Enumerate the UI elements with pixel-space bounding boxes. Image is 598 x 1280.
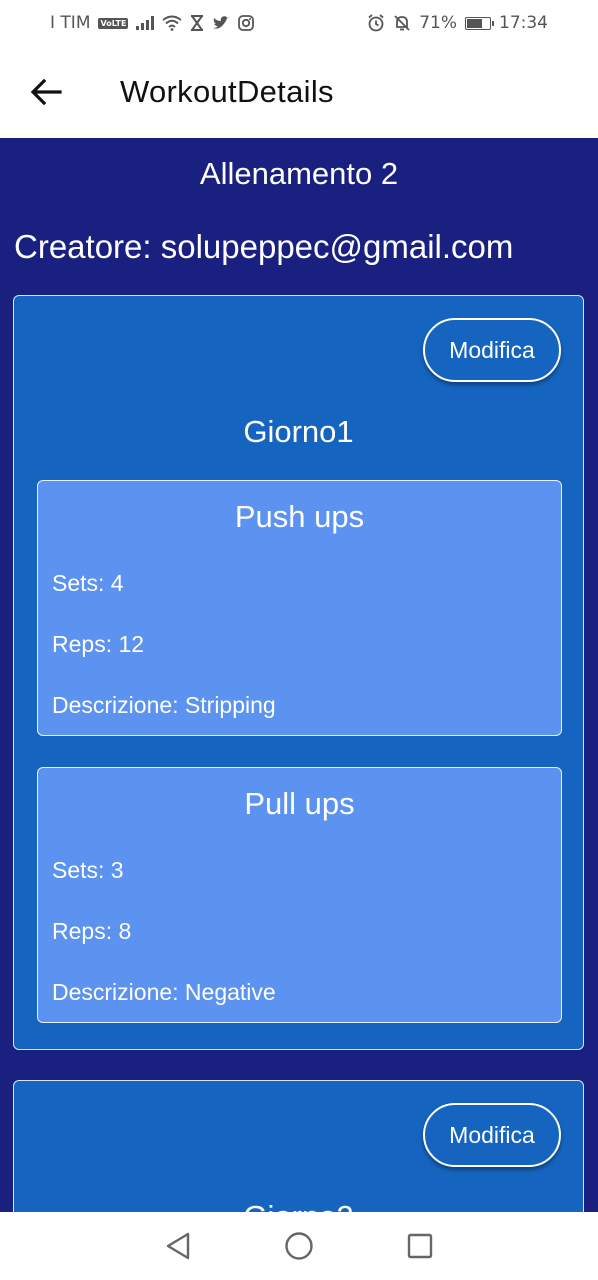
battery-icon [465,16,494,30]
exercise-card: Pull ups Sets: 3 Reps: 8 Descrizione: Ne… [37,767,562,1023]
battery-percent: 71% [419,13,457,33]
day-card: Modifica Giorno2 [13,1080,584,1212]
status-left: I TIM VoLTE [50,13,255,33]
workout-content[interactable]: Allenamento 2 Creatore: solupeppec@gmail… [0,138,598,1212]
status-bar: I TIM VoLTE 71% 17:34 [0,0,598,46]
triangle-back-icon[interactable] [164,1231,192,1261]
arrow-left-icon[interactable] [28,74,64,110]
exercise-name: Pull ups [244,786,355,821]
signal-icon [136,16,155,30]
page-title: WorkoutDetails [120,74,334,109]
wifi-icon [162,15,183,31]
status-right: 71% 17:34 [367,13,548,33]
exercise-name: Push ups [234,499,365,534]
day-card: Modifica Giorno1 Push ups Sets: 4 Reps: … [13,295,584,1050]
twitter-icon [213,16,230,29]
system-nav-bar [0,1212,598,1280]
square-recents-icon[interactable] [406,1232,434,1260]
hourglass-icon [191,15,204,31]
exercise-sets: Sets: 3 [52,857,124,883]
exercise-sets: Sets: 4 [52,570,124,596]
edit-day-button[interactable]: Modifica [423,1103,561,1167]
circle-home-icon[interactable] [284,1231,314,1261]
exercise-reps: Reps: 8 [52,918,132,944]
edit-day-button[interactable]: Modifica [423,318,561,382]
clock: 17:34 [499,13,548,33]
notifications-off-icon [394,15,410,31]
volte-badge: VoLTE [98,17,129,29]
instagram-icon [238,15,255,31]
app-bar: WorkoutDetails [0,46,598,138]
exercise-description: Descrizione: Negative [52,979,276,1005]
exercise-reps: Reps: 12 [52,631,145,657]
day-title: Giorno1 [243,414,354,449]
alarm-icon [368,14,384,32]
creator-label: Creatore: solupeppec@gmail.com [14,228,514,265]
battery-fill [467,18,483,28]
day-title: Giorno2 [14,1199,583,1212]
workout-title: Allenamento 2 [199,156,399,191]
carrier-label: I TIM [50,13,91,33]
exercise-card: Push ups Sets: 4 Reps: 12 Descrizione: S… [37,480,562,736]
exercise-description: Descrizione: Stripping [52,692,276,718]
